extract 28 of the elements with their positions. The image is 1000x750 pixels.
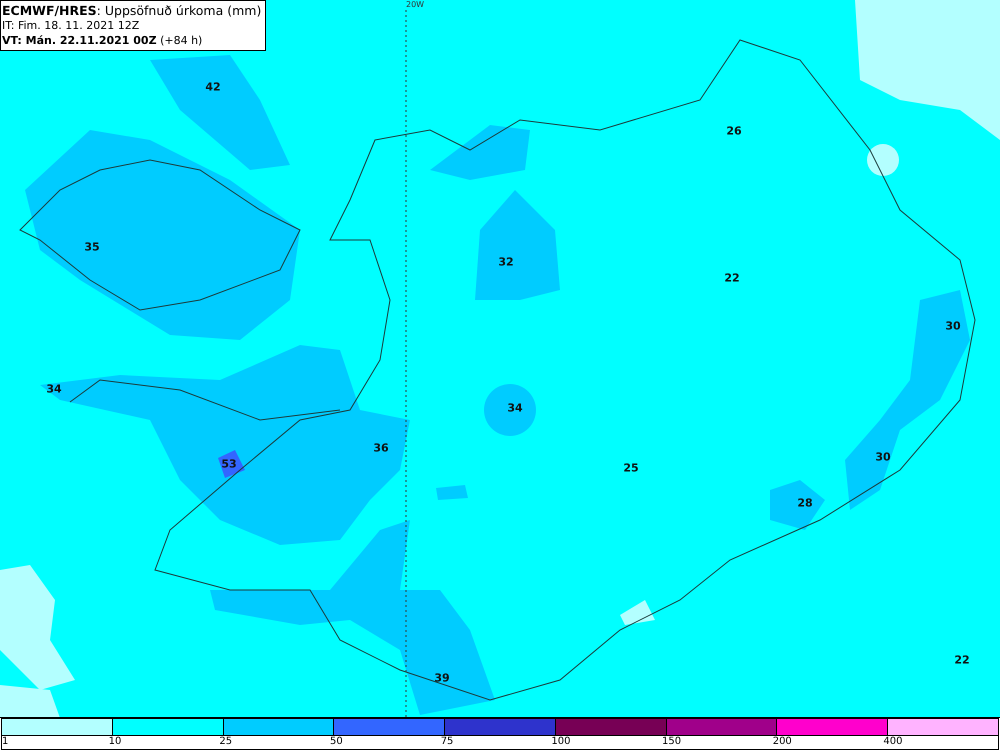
precipitation-value: 22	[724, 272, 740, 284]
legend-label: 200	[772, 736, 792, 748]
legend-label: 100	[551, 736, 570, 748]
precipitation-value: 36	[373, 442, 389, 454]
precipitation-value: 32	[498, 256, 514, 268]
precipitation-value: 53	[221, 458, 237, 470]
legend-label: 10	[108, 736, 122, 748]
legend-label: 50	[330, 736, 343, 748]
legend-label: 25	[219, 736, 232, 748]
precipitation-value: 34	[46, 382, 62, 396]
precipitation-value: 30	[875, 450, 891, 464]
precipitation-value: 25	[623, 462, 639, 474]
precipitation-value: 42	[205, 80, 221, 94]
precipitation-value: 30	[945, 320, 961, 332]
precipitation-value: 35	[84, 240, 100, 254]
legend-label: 75	[440, 736, 454, 748]
map-title: ECMWF/HRES: Uppsöfnuð úrkoma (mm)	[2, 3, 262, 18]
issue-time: IT: Fim. 18. 11. 2021 12Z	[2, 18, 140, 33]
legend-label: 1	[2, 736, 8, 748]
precipitation-value: 28	[797, 496, 813, 510]
meridian-label: 20W	[406, 0, 424, 9]
precipitation-value: 22	[954, 654, 970, 666]
legend-label: 150	[662, 736, 682, 748]
precipitation-value: 39	[434, 672, 450, 684]
legend-label: 400	[883, 736, 902, 748]
valid-time: VT: Mán. 22.11.2021 00Z (+84 h)	[2, 33, 204, 48]
precipitation-value: 34	[507, 402, 523, 414]
precipitation-value: 26	[726, 124, 742, 138]
